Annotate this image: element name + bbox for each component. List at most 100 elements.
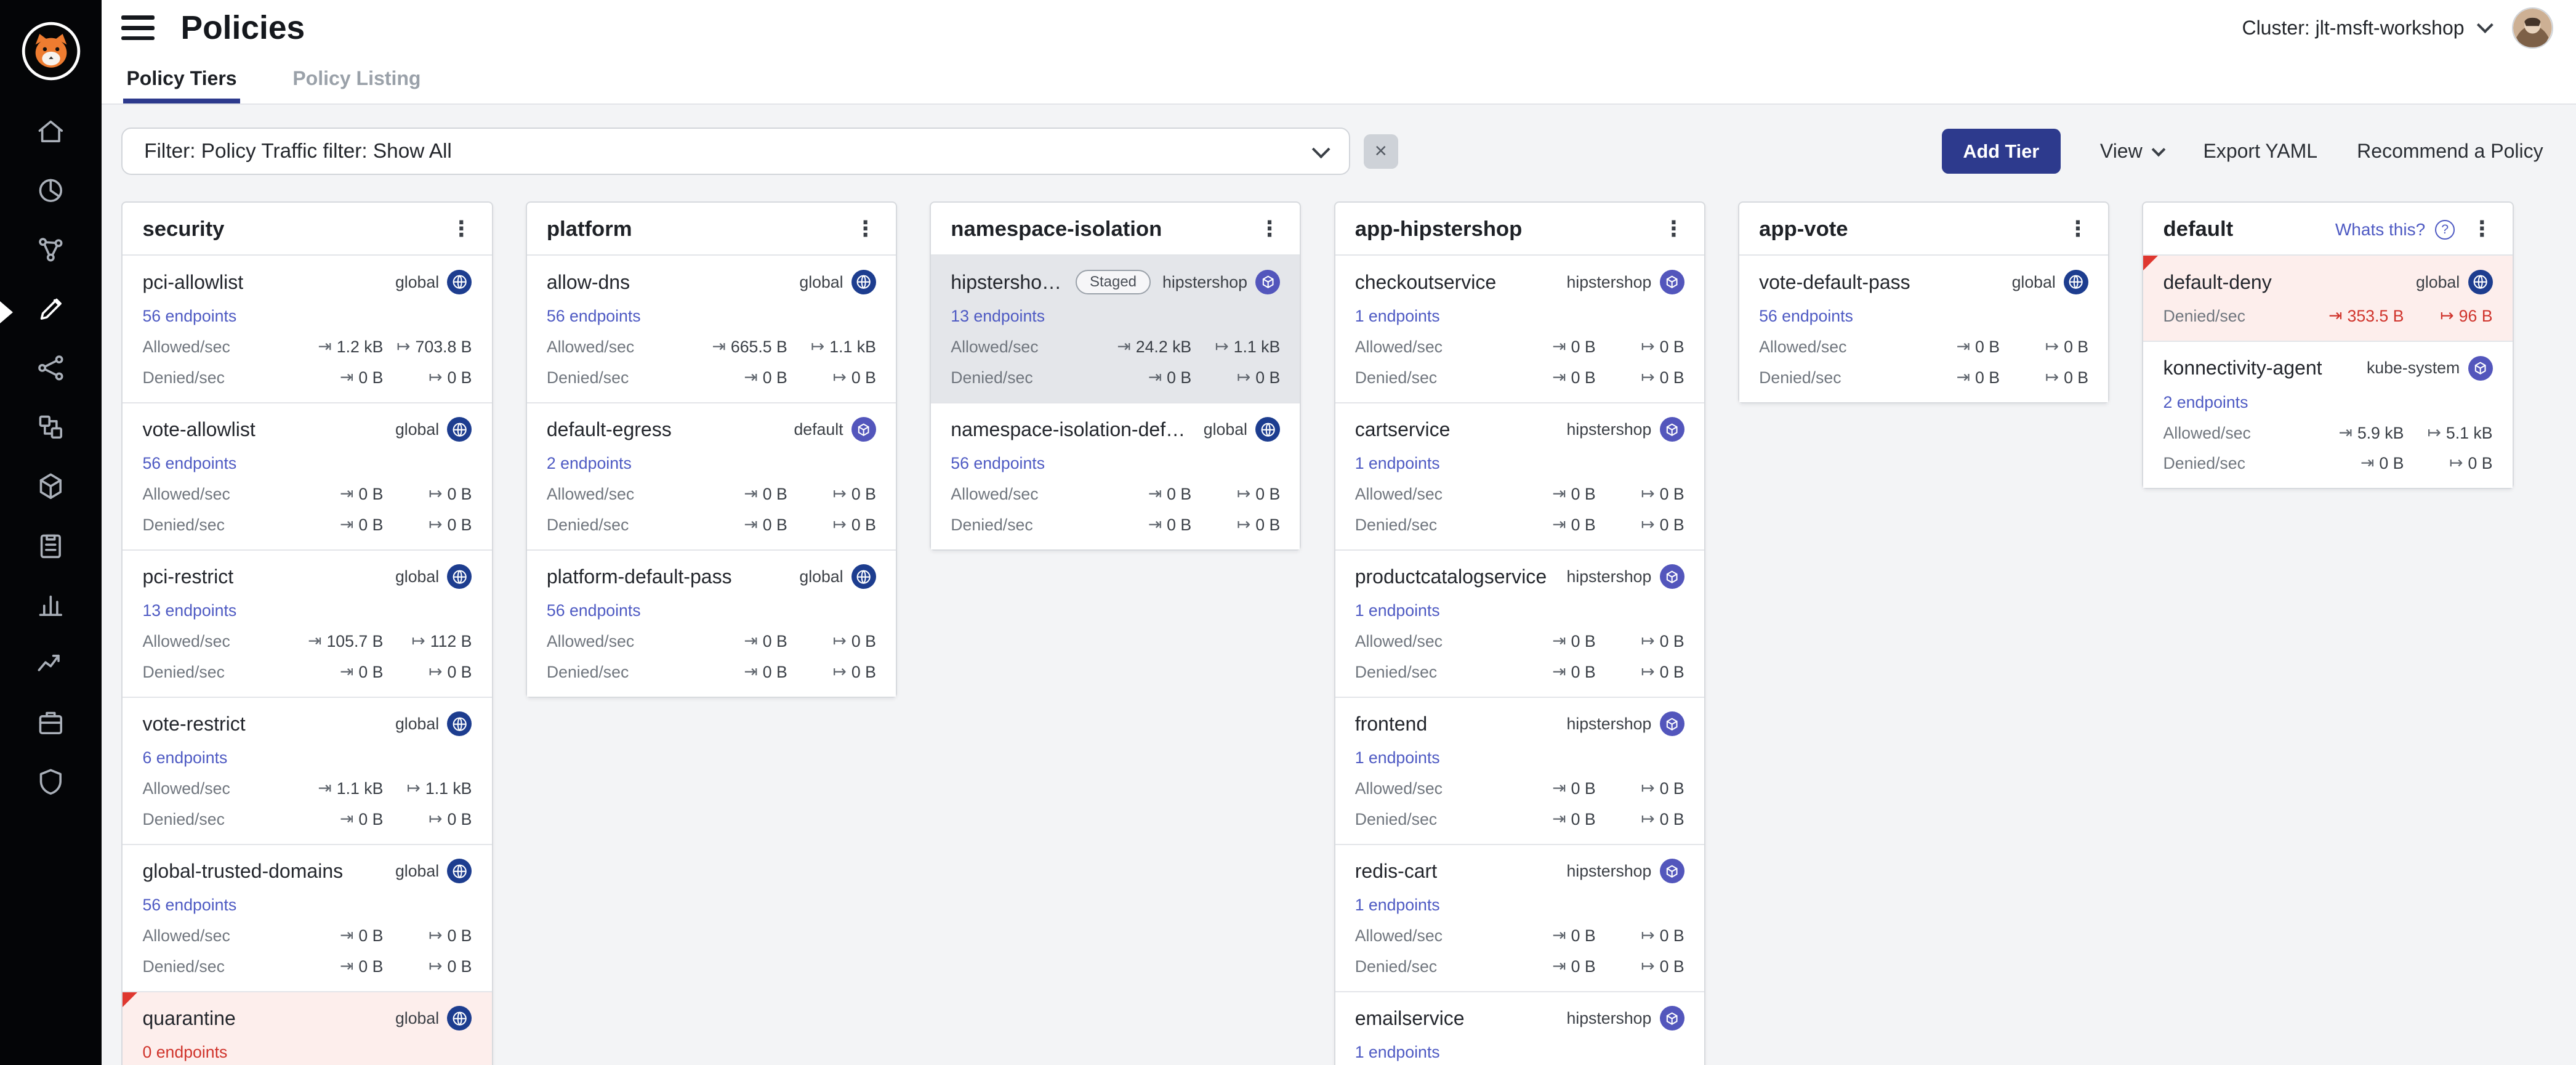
kebab-menu-icon[interactable]: ⋮ (2061, 219, 2095, 240)
traffic-label: Denied/sec (1355, 663, 1437, 682)
cluster-selector[interactable]: Cluster: jlt-msft-workshop (2242, 17, 2490, 39)
traffic-values: ⇥105.7 B↦112 B (301, 632, 472, 651)
add-tier-button[interactable]: Add Tier (1942, 129, 2061, 174)
endpoints-link[interactable]: 1 endpoints (1355, 748, 1684, 767)
endpoints-link[interactable]: 13 endpoints (142, 601, 472, 620)
sidebar-item-nodes[interactable] (0, 401, 102, 460)
policy-card-vote-default-pass[interactable]: vote-default-passglobal 56 endpoints Allow… (1739, 254, 2108, 402)
tier-header: defaultWhats this??⋮ (2143, 203, 2512, 254)
policy-title-row: productcatalogservicehipstershop (1355, 564, 1684, 590)
policy-card-cartservice[interactable]: cartservicehipstershop1 endpointsAllowed… (1335, 402, 1704, 549)
ingress-arrow-icon: ⇥ (1552, 811, 1566, 828)
ingress-value: ⇥0 B (2322, 454, 2404, 473)
endpoints-link[interactable]: 1 endpoints (1355, 454, 1684, 473)
egress-arrow-icon: ↦ (429, 928, 442, 944)
sidebar-item-inventory[interactable] (0, 697, 102, 756)
kebab-menu-icon[interactable]: ⋮ (444, 219, 478, 240)
recommend-policy-button[interactable]: Recommend a Policy (2357, 140, 2543, 163)
sidebar-item-home[interactable] (0, 105, 102, 164)
policy-card-checkoutservice[interactable]: checkoutservicehipstershop1 endpointsAll… (1335, 254, 1704, 402)
endpoints-link[interactable]: 1 endpoints (1355, 601, 1684, 620)
sidebar-item-activity[interactable] (0, 638, 102, 697)
policy-scope: global (2416, 270, 2493, 294)
kebab-menu-icon[interactable]: ⋮ (2465, 219, 2499, 240)
traffic-values: ⇥0 B↦0 B (1513, 632, 1684, 651)
egress-arrow-icon: ↦ (1237, 370, 1250, 386)
traffic-row: Denied/sec⇥0 B↦0 B (2163, 454, 2493, 473)
policy-card-allow-dns[interactable]: allow-dnsglobal56 endpointsAllowed/sec⇥6… (527, 254, 896, 402)
sidebar-item-service-graph[interactable] (0, 224, 102, 283)
endpoints-link[interactable]: 1 endpoints (1355, 896, 1684, 915)
kebab-menu-icon[interactable]: ⋮ (848, 219, 883, 240)
policy-card-namespace-isolation-default-p[interactable]: namespace-isolation-default-p...global56… (931, 402, 1300, 549)
sidebar-item-threat-defense[interactable] (0, 756, 102, 815)
sidebar-item-timeline[interactable] (0, 578, 102, 638)
endpoints-link[interactable]: 56 endpoints (547, 307, 876, 326)
avatar[interactable] (2512, 7, 2553, 49)
egress-value: ↦96 B (2410, 307, 2492, 326)
policy-title-row: vote-default-passglobal (1759, 269, 2088, 296)
policy-card-global-trusted-domains[interactable]: global-trusted-domainsglobal56 endpoints… (123, 844, 491, 991)
policy-card-productcatalogservice[interactable]: productcatalogservicehipstershop 1 endpoi… (1335, 549, 1704, 697)
endpoints-link[interactable]: 2 endpoints (547, 454, 876, 473)
endpoints-link[interactable]: 56 endpoints (951, 454, 1280, 473)
sidebar-item-network-sets[interactable] (0, 342, 102, 401)
traffic-values: ⇥0 B↦0 B (301, 485, 472, 504)
endpoints-link[interactable]: 56 endpoints (142, 307, 472, 326)
policy-card-redis-cart[interactable]: redis-carthipstershop1 endpointsAllowed/… (1335, 844, 1704, 991)
endpoints-link[interactable]: 13 endpoints (951, 307, 1280, 326)
policy-card-pci-allowlist[interactable]: pci-allowlistglobal56 endpointsAllowed/s… (123, 254, 491, 402)
sidebar-nav (0, 105, 102, 816)
traffic-label: Allowed/sec (1759, 338, 1846, 357)
endpoints-link[interactable]: 6 endpoints (142, 748, 472, 767)
endpoints-link[interactable]: 56 endpoints (142, 896, 472, 915)
traffic-row: Denied/sec⇥0 B↦0 B (142, 663, 472, 682)
sidebar-item-compliance[interactable] (0, 519, 102, 578)
policy-card-default-egress[interactable]: default-egressdefault2 endpointsAllowed/… (527, 402, 896, 549)
policy-card-hipstershop-gh[interactable]: hipstershop-gh...Stagedhipstershop13 end… (931, 254, 1300, 402)
traffic-values: ⇥0 B↦0 B (705, 485, 875, 504)
globe-icon (447, 564, 472, 589)
whats-this-link[interactable]: Whats this? (2335, 220, 2425, 240)
endpoints-link[interactable]: 56 endpoints (1759, 307, 2088, 326)
endpoints-link[interactable]: 56 endpoints (142, 454, 472, 473)
egress-value: ↦5.1 kB (2410, 424, 2492, 443)
kebab-menu-icon[interactable]: ⋮ (1656, 219, 1691, 240)
policy-card-konnectivity-agent[interactable]: konnectivity-agentkube-system2 endpoints… (2143, 341, 2512, 488)
tier-column-namespace-isolation: namespace-isolation⋮hipstershop-gh...Sta… (930, 201, 1301, 550)
kebab-menu-icon[interactable]: ⋮ (1252, 219, 1287, 240)
view-dropdown[interactable]: View (2100, 140, 2164, 163)
traffic-values: ⇥0 B↦0 B (1109, 368, 1280, 387)
policy-card-vote-allowlist[interactable]: vote-allowlistglobal56 endpointsAllowed/… (123, 402, 491, 549)
sidebar-item-dashboards[interactable] (0, 164, 102, 224)
traffic-row: Denied/sec⇥0 B↦0 B (547, 663, 876, 682)
threat-defense-icon (35, 766, 66, 804)
policy-card-platform-default-pass[interactable]: platform-default-passglobal56 endpointsA… (527, 549, 896, 697)
menu-toggle-icon[interactable] (121, 15, 154, 40)
endpoints-link[interactable]: 1 endpoints (1355, 1043, 1684, 1062)
tier-column-app-hipstershop: app-hipstershop⋮checkoutservicehipstersh… (1334, 201, 1705, 1065)
policy-card-frontend[interactable]: frontendhipstershop1 endpointsAllowed/se… (1335, 697, 1704, 844)
endpoints-link[interactable]: 2 endpoints (2163, 393, 2493, 412)
tab-bar: Policy Tiers Policy Listing (102, 56, 2576, 105)
sidebar-item-policies[interactable] (0, 283, 102, 342)
endpoints-link[interactable]: 0 endpoints (142, 1043, 472, 1062)
tab-policy-listing[interactable]: Policy Listing (289, 56, 424, 103)
export-yaml-button[interactable]: Export YAML (2203, 140, 2317, 163)
policy-card-pci-restrict[interactable]: pci-restrictglobal13 endpointsAllowed/se… (123, 549, 491, 697)
ingress-arrow-icon: ⇥ (1957, 339, 1970, 355)
policy-card-emailservice[interactable]: emailservicehipstershop1 endpointsAllowe… (1335, 991, 1704, 1065)
endpoints-link[interactable]: 1 endpoints (1355, 307, 1684, 326)
traffic-label: Allowed/sec (547, 338, 634, 357)
policy-card-vote-restrict[interactable]: vote-restrictglobal6 endpointsAllowed/se… (123, 697, 491, 844)
egress-arrow-icon: ↦ (429, 517, 442, 533)
globe-icon (447, 417, 472, 442)
policy-card-quarantine[interactable]: quarantineglobal0 endpoints (123, 991, 491, 1065)
endpoints-link[interactable]: 56 endpoints (547, 601, 876, 620)
sidebar-item-workloads[interactable] (0, 460, 102, 519)
policy-card-default-deny[interactable]: default-denyglobalDenied/sec⇥353.5 B↦96 … (2143, 254, 2512, 341)
tab-policy-tiers[interactable]: Policy Tiers (123, 56, 240, 103)
clear-filter-button[interactable]: × (1364, 134, 1398, 169)
traffic-label: Allowed/sec (2163, 424, 2251, 443)
policy-filter-select[interactable]: Filter: Policy Traffic filter: Show All (121, 128, 1350, 175)
